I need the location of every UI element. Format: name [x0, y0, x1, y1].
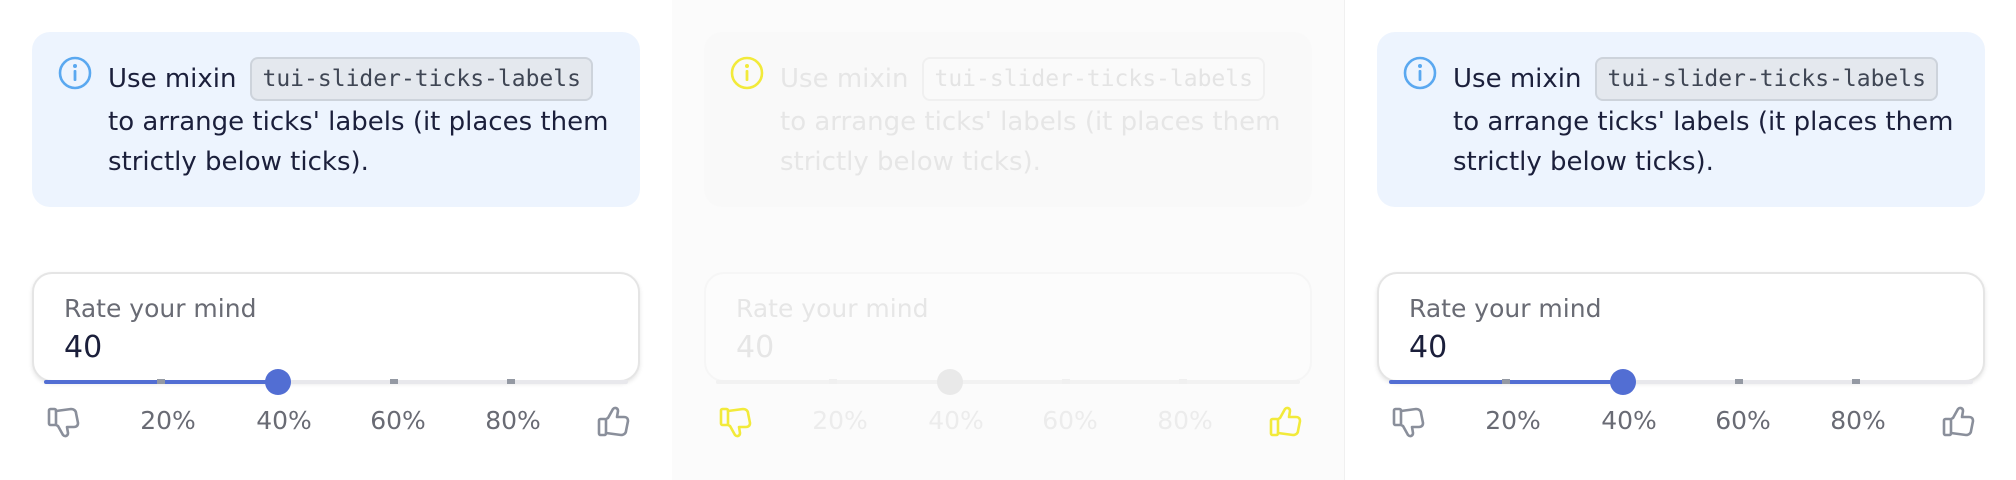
notice-line-3: strictly below ticks).	[780, 147, 1041, 177]
tick-label-80: 80%	[485, 406, 541, 435]
field-label: Rate your mind	[1409, 294, 1602, 323]
slider-tick-60	[390, 379, 399, 384]
thumbs-up-icon[interactable]	[596, 404, 632, 440]
thumbs-down-icon[interactable]	[46, 404, 82, 440]
info-circle-icon	[58, 56, 92, 90]
thumbs-up-icon[interactable]	[1268, 404, 1304, 440]
tick-label-20: 20%	[1485, 406, 1541, 435]
tick-labels: 20% 40% 60% 80%	[0, 400, 672, 448]
thumbs-up-icon[interactable]	[1941, 404, 1977, 440]
field-label: Rate your mind	[736, 294, 929, 323]
notice-code: tui-slider-ticks-labels	[922, 57, 1265, 101]
rate-field[interactable]: Rate your mind 40	[32, 272, 640, 382]
notice: Use mixin tui-slider-ticks-labels to arr…	[704, 32, 1312, 207]
slider-tick-20	[156, 379, 165, 384]
notice-line-2: to arrange ticks' labels (it places them	[780, 107, 1281, 137]
slider-tick-60	[1735, 379, 1744, 384]
rate-slider[interactable]	[44, 369, 628, 395]
tick-label-40: 40%	[1601, 406, 1657, 435]
slider-tick-60	[1062, 379, 1071, 384]
field-value[interactable]: 40	[1409, 330, 1447, 365]
tick-label-40: 40%	[928, 406, 984, 435]
slider-thumb[interactable]	[936, 369, 963, 395]
notice-line-2: to arrange ticks' labels (it places them	[1453, 107, 1954, 137]
tick-labels: 20% 40% 60% 80%	[672, 400, 1344, 448]
tick-label-60: 60%	[370, 406, 426, 435]
tick-label-80: 80%	[1157, 406, 1213, 435]
notice-line-3: strictly below ticks).	[1453, 147, 1714, 177]
tick-label-60: 60%	[1042, 406, 1098, 435]
tick-label-20: 20%	[140, 406, 196, 435]
notice-lead-text: Use mixin	[780, 64, 909, 94]
tick-label-40: 40%	[256, 406, 312, 435]
tick-label-60: 60%	[1715, 406, 1771, 435]
tick-label-80: 80%	[1830, 406, 1886, 435]
rate-slider[interactable]	[1389, 369, 1973, 395]
tick-label-20: 20%	[812, 406, 868, 435]
notice-code: tui-slider-ticks-labels	[250, 57, 593, 101]
field-value[interactable]: 40	[64, 330, 102, 365]
demo-panel-2: Use mixin tui-slider-ticks-labels to arr…	[672, 0, 1344, 480]
notice: Use mixin tui-slider-ticks-labels to arr…	[1377, 32, 1985, 207]
thumbs-down-icon[interactable]	[718, 404, 754, 440]
notice-lead-text: Use mixin	[108, 64, 237, 94]
info-circle-icon	[730, 56, 764, 90]
info-circle-icon	[1403, 56, 1437, 90]
thumbs-down-icon[interactable]	[1391, 404, 1427, 440]
demo-panel-1: Use mixin tui-slider-ticks-labels to arr…	[0, 0, 672, 480]
slider-thumb[interactable]	[1609, 369, 1636, 395]
notice-code: tui-slider-ticks-labels	[1595, 57, 1938, 101]
field-label: Rate your mind	[64, 294, 257, 323]
field-value[interactable]: 40	[736, 330, 774, 365]
tick-labels: 20% 40% 60% 80%	[1345, 400, 2016, 448]
notice-lead-text: Use mixin	[1453, 64, 1582, 94]
notice-line-2: to arrange ticks' labels (it places them	[108, 107, 609, 137]
slider-tick-80	[1179, 379, 1188, 384]
demo-panel-3: Use mixin tui-slider-ticks-labels to arr…	[1344, 0, 2016, 480]
rate-field[interactable]: Rate your mind 40	[704, 272, 1312, 382]
rate-slider[interactable]	[716, 369, 1300, 395]
slider-tick-20	[1501, 379, 1510, 384]
slider-thumb[interactable]	[264, 369, 291, 395]
page: Use mixin tui-slider-ticks-labels to arr…	[0, 0, 2016, 480]
notice: Use mixin tui-slider-ticks-labels to arr…	[32, 32, 640, 207]
slider-tick-20	[828, 379, 837, 384]
slider-tick-80	[507, 379, 516, 384]
slider-tick-80	[1852, 379, 1861, 384]
notice-line-3: strictly below ticks).	[108, 147, 369, 177]
rate-field[interactable]: Rate your mind 40	[1377, 272, 1985, 382]
